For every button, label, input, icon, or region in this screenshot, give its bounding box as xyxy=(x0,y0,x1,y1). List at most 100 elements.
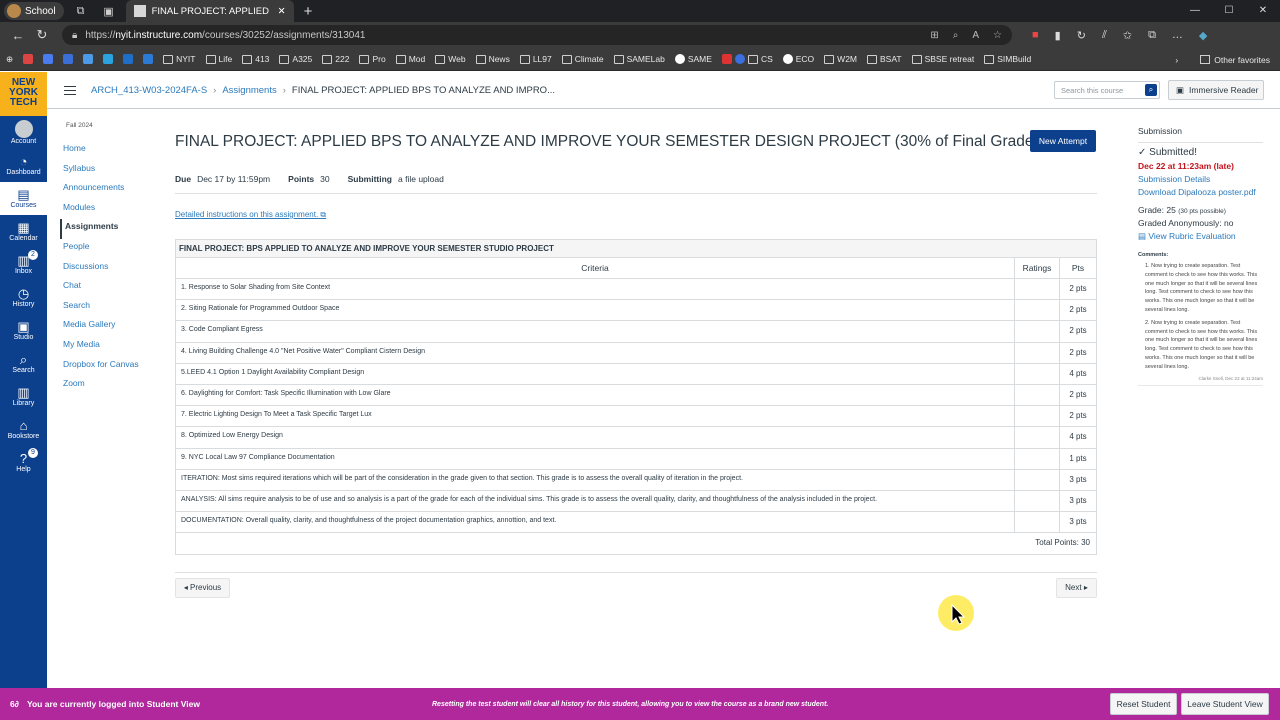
extension-refresh-icon[interactable]: ↻ xyxy=(1077,29,1086,42)
bookmark-folder[interactable]: SAMELab xyxy=(613,54,665,64)
bookmark-link[interactable]: ECO xyxy=(782,54,814,64)
address-bar[interactable]: 🔒︎ https://nyit.instructure.com/courses/… xyxy=(62,25,1012,45)
view-rubric-link[interactable]: ▤ View Rubric Evaluation xyxy=(1138,231,1263,242)
bookmark-app-icon[interactable] xyxy=(83,54,94,64)
tab-close-icon[interactable]: ✕ xyxy=(278,6,286,17)
course-nav-my-media[interactable]: My Media xyxy=(63,337,163,357)
close-window-icon[interactable]: ✕ xyxy=(1246,0,1280,22)
bookmark-folder[interactable]: Web xyxy=(435,54,466,64)
bookmark-folder[interactable]: News xyxy=(475,54,510,64)
breadcrumb-course[interactable]: ARCH_413-W03-2024FA-S xyxy=(91,85,207,96)
rubric-points: 2 pts xyxy=(1069,411,1087,421)
detailed-instructions-link[interactable]: Detailed instructions on this assignment… xyxy=(175,210,326,220)
bookmark-app-icon[interactable] xyxy=(123,54,134,64)
favorites-icon[interactable]: ✩ xyxy=(1123,29,1132,42)
rubric-row: 8. Optimized Low Energy Design 4 pts xyxy=(176,427,1096,449)
bookmark-app-icon[interactable] xyxy=(143,54,154,64)
bookmark-globe-icon[interactable]: ⊕ xyxy=(6,54,13,65)
bookmark-folder[interactable]: SIMBuild xyxy=(984,54,1031,64)
next-button[interactable]: Next ▸ xyxy=(1056,578,1097,598)
collections-icon[interactable]: ⧉ xyxy=(1148,29,1156,42)
bookmark-link[interactable]: SAME xyxy=(674,54,712,64)
rubric-title: FINAL PROJECT: BPS APPLIED TO ANALYZE AN… xyxy=(176,240,1096,258)
nyit-logo[interactable]: NEW YORK TECH xyxy=(0,72,47,116)
profile-button[interactable]: School xyxy=(4,2,64,20)
bookmark-folder[interactable]: W2M xyxy=(824,54,857,64)
bookmark-folder[interactable]: Mod xyxy=(395,54,425,64)
global-nav-account[interactable]: Account xyxy=(0,116,47,149)
minimize-icon[interactable]: — xyxy=(1178,0,1212,22)
split-screen-icon[interactable]: ⫽ xyxy=(1102,29,1107,42)
bookmark-app-icon[interactable] xyxy=(103,54,114,64)
new-tab-icon[interactable]: + xyxy=(304,3,313,20)
download-file-link[interactable]: Download Dipalooza poster.pdf xyxy=(1138,187,1263,197)
submission-details-link[interactable]: Submission Details xyxy=(1138,174,1263,184)
bookmark-folder[interactable]: NYIT xyxy=(163,54,196,64)
copilot-icon[interactable]: ◆ xyxy=(1199,29,1207,42)
bookmark-folder[interactable]: 222 xyxy=(322,54,349,64)
favorite-star-icon[interactable]: ☆ xyxy=(993,30,1002,41)
extension-doc-icon[interactable]: ▮ xyxy=(1055,29,1061,42)
breadcrumb-assignments[interactable]: Assignments xyxy=(222,85,276,96)
course-nav-modules[interactable]: Modules xyxy=(63,200,163,220)
read-aloud-icon[interactable]: A xyxy=(972,30,979,41)
course-nav-chat[interactable]: Chat xyxy=(63,278,163,298)
maximize-icon[interactable]: ☐ xyxy=(1212,0,1246,22)
course-nav-zoom[interactable]: Zoom xyxy=(63,376,163,396)
bookmark-folder[interactable]: Pro xyxy=(359,54,386,64)
hamburger-menu-icon[interactable] xyxy=(64,85,76,95)
bookmark-folder[interactable]: 413 xyxy=(242,54,269,64)
course-nav-discussions[interactable]: Discussions xyxy=(63,259,163,279)
search-icon[interactable]: ⌕ xyxy=(1145,84,1157,96)
more-icon[interactable]: … xyxy=(1172,29,1183,42)
new-attempt-button[interactable]: New Attempt xyxy=(1030,130,1096,152)
extension-red-icon[interactable]: ■ xyxy=(1032,29,1039,42)
global-nav-dashboard[interactable]: ◔ Dashboard xyxy=(0,149,47,182)
reset-student-button[interactable]: Reset Student xyxy=(1110,693,1177,715)
course-nav-media-gallery[interactable]: Media Gallery xyxy=(63,317,163,337)
course-nav-syllabus[interactable]: Syllabus xyxy=(63,161,163,181)
bookmark-app-icon[interactable] xyxy=(63,54,74,64)
course-nav-assignments[interactable]: Assignments xyxy=(60,219,163,239)
browser-tab-active[interactable]: FINAL PROJECT: APPLIED BPS TO ANALYZE ✕ xyxy=(125,0,294,22)
bookmark-folder[interactable]: BSAT xyxy=(867,54,902,64)
zoom-icon[interactable]: ⌕ xyxy=(953,30,959,41)
window-controls: — ☐ ✕ xyxy=(1178,0,1280,22)
global-nav-search[interactable]: ⌕ Search xyxy=(0,347,47,380)
global-nav-studio[interactable]: ▣ Studio xyxy=(0,314,47,347)
back-icon[interactable]: ← xyxy=(6,28,30,43)
global-nav-courses[interactable]: ▤ Courses xyxy=(0,182,47,215)
tab-actions-icon[interactable]: ▣ xyxy=(98,0,120,22)
course-nav-announcements[interactable]: Announcements xyxy=(63,180,163,200)
divider xyxy=(175,572,1097,573)
bookmark-folder[interactable]: Life xyxy=(205,54,232,64)
other-favorites[interactable]: › Other favorites xyxy=(1169,48,1270,70)
chevron-right-icon[interactable]: › xyxy=(1175,55,1178,65)
workspaces-icon[interactable]: ⧉ xyxy=(70,0,92,22)
global-nav-help[interactable]: ? 9 Help xyxy=(0,446,47,479)
lock-icon: 🔒︎ xyxy=(72,29,78,41)
course-nav-dropbox[interactable]: Dropbox for Canvas xyxy=(63,357,163,377)
calendar-icon: ▦ xyxy=(17,220,30,235)
reload-icon[interactable]: ↻ xyxy=(30,27,54,43)
global-nav-library[interactable]: ▥ Library xyxy=(0,380,47,413)
global-nav-inbox[interactable]: ▥ 2 Inbox xyxy=(0,248,47,281)
bookmark-folder[interactable]: A325 xyxy=(279,54,312,64)
global-nav-calendar[interactable]: ▦ Calendar xyxy=(0,215,47,248)
leave-student-view-button[interactable]: Leave Student View xyxy=(1181,693,1269,715)
immersive-reader-button[interactable]: ▣ Immersive Reader xyxy=(1168,80,1264,100)
course-nav-home[interactable]: Home xyxy=(63,141,163,161)
bookmark-link[interactable]: CS xyxy=(721,54,773,64)
bookmark-gmail-icon[interactable] xyxy=(23,54,34,64)
bookmark-folder[interactable]: Climate xyxy=(561,54,604,64)
rubric-points: 3 pts xyxy=(1069,495,1087,505)
previous-button[interactable]: ◂ Previous xyxy=(175,578,230,598)
global-nav-history[interactable]: ◷ History xyxy=(0,281,47,314)
global-nav-bookstore[interactable]: ⌂ Bookstore xyxy=(0,413,47,446)
course-nav-people[interactable]: People xyxy=(63,239,163,259)
extensions-grid-icon[interactable]: ⊞ xyxy=(930,30,938,41)
bookmark-folder[interactable]: SBSE retreat xyxy=(911,54,974,64)
course-nav-search[interactable]: Search xyxy=(63,298,163,318)
bookmark-app-icon[interactable] xyxy=(43,54,54,64)
bookmark-folder[interactable]: LL97 xyxy=(519,54,552,64)
